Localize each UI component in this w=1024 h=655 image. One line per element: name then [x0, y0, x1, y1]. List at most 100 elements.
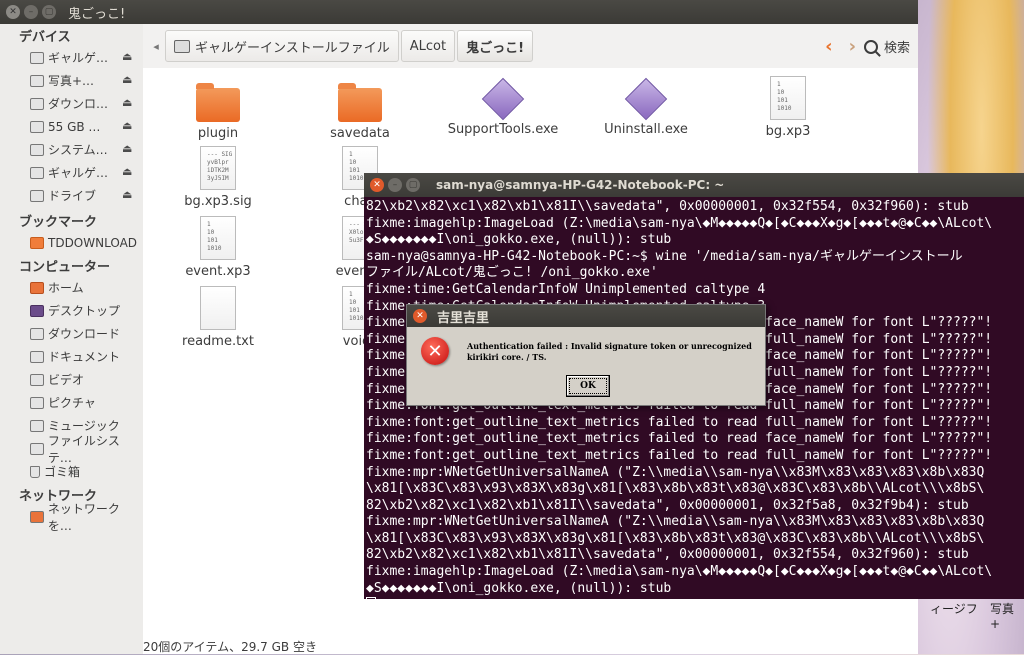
pictures-folder-icon	[30, 396, 44, 409]
toolbar: ◂ ギャルゲーインストールファイル ALcot 鬼ごっこ! ‹ › 検索	[143, 24, 918, 68]
sidebar-item-pictures[interactable]: ピクチャ	[0, 391, 143, 414]
file-label: bg.xp3.sig	[184, 194, 252, 209]
status-bar: 20個のアイテム、29.7 GB 空き	[143, 640, 317, 654]
drive-icon	[30, 97, 44, 110]
desktop-icon-label[interactable]: ィージフ	[930, 600, 978, 617]
search-label: 検索	[883, 41, 910, 56]
terminal-line: sam-nya@samnya-HP-G42-Notebook-PC:~$ win…	[366, 248, 963, 264]
file-item[interactable]: 1 10 101 1010 bg.xp3	[728, 76, 848, 139]
sidebar-item-device[interactable]: ダウンロ… ⏏	[0, 92, 143, 115]
eject-icon[interactable]: ⏏	[122, 142, 132, 155]
sidebar-item-filesystem[interactable]: ファイルシステ…	[0, 434, 143, 465]
file-label: Uninstall.exe	[604, 122, 688, 137]
ok-button[interactable]: OK	[566, 375, 610, 397]
file-label: event.xp3	[185, 264, 251, 279]
terminal-line: fixme:mpr:WNetGetUniversalNameA ("Z:\\me…	[366, 464, 985, 480]
error-dialog: ✕ 吉里吉里 ✕ Authentication failed : Invalid…	[406, 304, 766, 406]
sidebar-item-network[interactable]: ネットワークを…	[0, 502, 143, 533]
sidebar-item-device[interactable]: ギャルゲ… ⏏	[0, 161, 143, 184]
terminal-cursor-line	[366, 597, 1024, 599]
drive-icon	[174, 39, 190, 53]
minimize-icon[interactable]: –	[24, 5, 38, 19]
breadcrumb-label: 鬼ごっこ!	[466, 40, 525, 56]
sidebar-item-trash[interactable]: ゴミ箱	[0, 460, 143, 483]
eject-icon[interactable]: ⏏	[122, 119, 132, 132]
sidebar-item-home[interactable]: ホーム	[0, 276, 143, 299]
sidebar-item-device[interactable]: システム… ⏏	[0, 138, 143, 161]
sidebar-item-label: ピクチャ	[48, 396, 96, 410]
cursor-icon	[366, 597, 376, 599]
sidebar-item-label: ギャルゲ…	[48, 166, 109, 180]
file-item[interactable]: savedata	[300, 78, 420, 141]
sidebar-header-computer: コンピューター	[19, 259, 111, 275]
breadcrumb-item-current[interactable]: 鬼ごっこ!	[457, 30, 534, 62]
close-icon[interactable]: ✕	[413, 309, 427, 323]
file-item[interactable]: --- SIG yvBlpr iDTK2M 3yJ5IM bg.xp3.sig	[158, 146, 278, 209]
sidebar-item-label: ホーム	[48, 281, 84, 295]
sidebar-header-bookmarks: ブックマーク	[19, 214, 98, 230]
forward-icon[interactable]: ›	[849, 36, 856, 57]
file-item[interactable]: 1 10 101 1010 event.xp3	[158, 216, 278, 279]
sidebar-item-label: 写真+…	[48, 74, 95, 88]
terminal-line: \x81[\x83C\x83\x93\x83X\x83g\x81[\x83\x8…	[366, 530, 985, 546]
back-icon[interactable]: ‹	[825, 36, 832, 57]
sidebar-item-label: ビデオ	[48, 373, 85, 387]
breadcrumb-label: ギャルゲーインストールファイル	[195, 40, 390, 56]
file-label: savedata	[330, 126, 390, 141]
eject-icon[interactable]: ⏏	[122, 96, 132, 109]
file-item[interactable]: readme.txt	[158, 286, 278, 349]
terminal-line: fixme:mpr:WNetGetUniversalNameA ("Z:\\me…	[366, 514, 985, 530]
sidebar-item-device[interactable]: 写真+… ⏏	[0, 69, 143, 92]
sidebar-item-label: ドライブ	[48, 189, 97, 203]
sidebar-header-devices: デバイス	[19, 29, 71, 45]
sidebar-item-device[interactable]: 55 GB … ⏏	[0, 115, 143, 138]
close-icon[interactable]: ✕	[370, 178, 384, 192]
folder-icon	[338, 83, 382, 122]
sidebar-item-downloads[interactable]: ダウンロード	[0, 322, 143, 345]
dialog-message: Authentication failed : Invalid signatur…	[467, 341, 752, 362]
breadcrumb-item[interactable]: ALcot	[400, 30, 456, 62]
drive-icon	[30, 51, 44, 64]
window-title: 鬼ごっこ!	[68, 6, 126, 22]
trash-icon	[30, 465, 40, 478]
eject-icon[interactable]: ⏏	[122, 73, 132, 86]
terminal-line: fixme:time:GetCalendarInfoW Unimplemente…	[366, 281, 766, 297]
sidebar: デバイス ギャルゲ… ⏏ 写真+… ⏏ ダウンロ… ⏏ 55 GB … ⏏ システム… ⏏…	[0, 24, 143, 654]
eject-icon[interactable]: ⏏	[122, 165, 132, 178]
terminal-line: ◆S◆◆◆◆◆◆◆I\oni_gokko.exe, (null)): stub	[366, 232, 672, 248]
binary-file-icon: 1 10 101 1010	[200, 216, 236, 260]
sidebar-item-label: ネットワークを…	[47, 501, 120, 533]
network-icon	[30, 510, 44, 523]
sidebar-item-desktop[interactable]: デスクトップ	[0, 299, 143, 322]
sidebar-item-label: デスクトップ	[48, 304, 121, 318]
file-item[interactable]: Uninstall.exe	[586, 77, 706, 137]
sidebar-item-bookmark[interactable]: TDDOWNLOAD	[0, 231, 143, 254]
file-item[interactable]: SupportTools.exe	[443, 77, 563, 137]
nav-arrows: ‹ ›	[825, 36, 856, 57]
sidebar-item-device[interactable]: ドライブ ⏏	[0, 184, 143, 207]
eject-icon[interactable]: ⏏	[122, 188, 132, 201]
minimize-icon[interactable]: –	[388, 178, 402, 192]
terminal-line: 82\xb2\x82\xc1\x82\xb1\x81I\\savedata", …	[366, 497, 969, 513]
file-item[interactable]: plugin	[158, 78, 278, 141]
sidebar-item-videos[interactable]: ビデオ	[0, 368, 143, 391]
terminal-line: ◆S◆◆◆◆◆◆◆I\oni_gokko.exe, (null)): stub	[366, 580, 672, 596]
close-icon[interactable]: ✕	[6, 5, 20, 19]
search-button[interactable]: 検索	[863, 37, 910, 56]
drive-icon	[30, 143, 44, 156]
terminal-title-bar: ✕ – ▢ sam-nya@samnya-HP-G42-Notebook-PC:…	[364, 173, 1024, 197]
terminal-line: 82\xb2\x82\xc1\x82\xb1\x81I\\savedata", …	[366, 199, 969, 214]
eject-icon[interactable]: ⏏	[122, 50, 132, 63]
maximize-icon[interactable]: ▢	[42, 5, 56, 19]
desktop-icon-label[interactable]: 写真+	[990, 600, 1024, 631]
file-label: readme.txt	[182, 334, 254, 349]
sidebar-item-label: TDDOWNLOAD	[48, 235, 138, 250]
breadcrumb-left-arrow-icon[interactable]: ◂	[147, 40, 165, 53]
breadcrumb-item[interactable]: ギャルゲーインストールファイル	[165, 30, 399, 62]
sidebar-item-device[interactable]: ギャルゲ… ⏏	[0, 46, 143, 69]
filesystem-icon	[30, 442, 44, 455]
sidebar-item-label: 55 GB …	[48, 119, 101, 134]
maximize-icon[interactable]: ▢	[406, 178, 420, 192]
sidebar-item-documents[interactable]: ドキュメント	[0, 345, 143, 368]
executable-icon	[481, 77, 525, 121]
